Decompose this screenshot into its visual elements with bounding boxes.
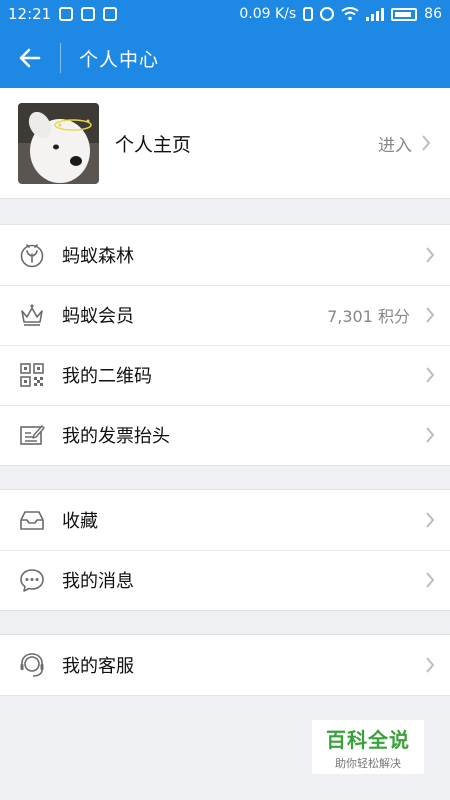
profile-homepage-label: 个人主页 — [115, 133, 192, 156]
menu-group-3: 我的客服 — [0, 634, 450, 696]
invoice-edit-icon — [18, 421, 46, 449]
menu-label-ant-forest: 蚂蚁森林 — [62, 246, 134, 267]
network-speed: 0.09 K/s — [239, 6, 297, 22]
header-divider — [60, 43, 61, 73]
menu-item-ant-forest[interactable]: 蚂蚁森林 — [0, 225, 450, 285]
watermark-title: 百科全说 — [326, 727, 410, 752]
menu-group-1: 蚂蚁森林 蚂蚁会员 7,301 积分 我的二维码 我的发票抬头 — [0, 224, 450, 466]
menu-label-invoice-header: 我的发票抬头 — [62, 426, 170, 447]
menu-label-customer-service: 我的客服 — [62, 656, 134, 677]
chat-bubble-icon — [18, 566, 46, 594]
watermark-logo: 百科全说 助你轻松解决 — [312, 720, 424, 774]
wifi-icon — [341, 7, 359, 21]
app-bar: 个人中心 — [0, 28, 450, 88]
headset-icon — [18, 651, 46, 679]
shield-notification-icon — [59, 7, 74, 21]
chevron-right-icon — [410, 345, 450, 405]
chevron-right-icon — [410, 405, 450, 465]
chevron-right-icon — [410, 285, 450, 345]
avatar — [18, 102, 99, 184]
profile-enter-label: 进入 — [378, 135, 412, 156]
chevron-right-icon — [410, 490, 450, 550]
image-notification-icon — [103, 7, 118, 21]
battery-icon — [391, 7, 418, 21]
chevron-right-icon — [410, 635, 450, 695]
app-notification-icon — [81, 7, 96, 21]
chevron-right-icon — [410, 225, 450, 285]
dog-avatar-image — [18, 102, 99, 184]
menu-label-my-messages: 我的消息 — [62, 571, 134, 592]
profile-row[interactable]: 个人主页 进入 — [0, 88, 450, 199]
menu-item-my-messages[interactable]: 我的消息 — [0, 550, 450, 610]
inbox-tray-icon — [18, 506, 46, 534]
alarm-icon — [320, 7, 335, 21]
arrow-left-icon — [19, 48, 41, 68]
status-bar: 12:21 0.09 K/s 86 — [0, 0, 450, 28]
back-button[interactable] — [0, 28, 60, 88]
member-points: 7,301 积分 — [327, 307, 410, 326]
status-time: 12:21 — [8, 5, 52, 23]
chevron-right-icon — [410, 550, 450, 610]
menu-item-invoice-header[interactable]: 我的发票抬头 — [0, 405, 450, 465]
menu-group-2: 收藏 我的消息 — [0, 489, 450, 611]
watermark-subtitle: 助你轻松解决 — [335, 756, 401, 770]
battery-level: 86 — [424, 6, 442, 22]
menu-label-my-qr-code: 我的二维码 — [62, 366, 152, 387]
menu-item-customer-service[interactable]: 我的客服 — [0, 635, 450, 695]
page-title: 个人中心 — [79, 48, 160, 71]
menu-item-favorites[interactable]: 收藏 — [0, 490, 450, 550]
vibrate-icon — [303, 7, 314, 21]
menu-item-ant-member[interactable]: 蚂蚁会员 7,301 积分 — [0, 285, 450, 345]
menu-item-my-qr-code[interactable]: 我的二维码 — [0, 345, 450, 405]
crown-icon — [18, 301, 46, 329]
menu-label-ant-member: 蚂蚁会员 — [62, 306, 134, 327]
chevron-right-icon — [412, 113, 440, 173]
menu-label-favorites: 收藏 — [62, 511, 98, 532]
sprout-icon — [18, 241, 46, 269]
signal-icon — [366, 7, 385, 21]
qr-code-icon — [18, 361, 46, 389]
